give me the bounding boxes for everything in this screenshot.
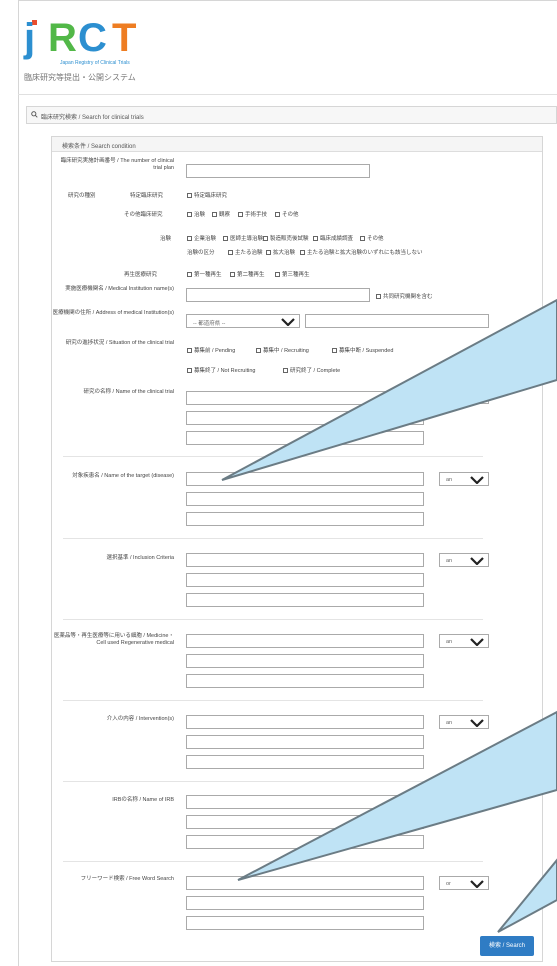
section-divider [63, 861, 483, 862]
medicine-input-2[interactable] [186, 654, 424, 668]
search-panel-title: 臨床研究検索 / Search for clinical trials [41, 115, 144, 121]
irb-input-2[interactable] [186, 815, 424, 829]
other-research-label: その他臨床研究 [124, 212, 163, 218]
section-divider [63, 781, 483, 782]
jrct-logo: j R C T Japan Registry of Clinical Trial… [24, 14, 154, 66]
chevron-down-icon [470, 638, 484, 646]
specific-label: 特定臨床研究 [130, 193, 164, 199]
inclusion-label: 選択基準 / Inclusion Criteria [106, 555, 174, 561]
trial-class-checkbox-3[interactable]: 主たる治験と拡大治験のいずれにも該当しない [300, 248, 423, 256]
prefecture-select[interactable]: -- 都道府県 -- [186, 314, 300, 328]
inclusion-input-1[interactable] [186, 553, 424, 567]
trial-checkbox-4[interactable]: 臨床成績調査 [313, 234, 353, 242]
specific-checkbox[interactable]: 特定臨床研究 [187, 191, 227, 199]
search-icon [31, 111, 38, 118]
freeword-input-2[interactable] [186, 896, 424, 910]
trial-name-label: 研究の名称 / Name of the clinical trial [83, 389, 174, 395]
system-name: 臨床研究等提出・公開システム [24, 73, 136, 82]
status-recruiting-checkbox[interactable]: 募集中 / Recruiting [256, 346, 309, 354]
address-input[interactable] [305, 314, 489, 328]
intervention-label: 介入の内容 / Intervention(s) [106, 716, 174, 722]
freeword-label: フリーワード検索 / Free Word Search [80, 876, 174, 882]
freeword-operator-select[interactable]: or [439, 876, 489, 890]
plan-number-input[interactable] [186, 164, 370, 178]
status-suspended-checkbox[interactable]: 募集中断 / Suspended [332, 346, 393, 354]
trial-checkbox-2[interactable]: 医師主導治験 [223, 234, 263, 242]
status-complete-checkbox[interactable]: 研究終了 / Complete [283, 366, 340, 374]
trial-class-label: 治験の区分 [187, 250, 215, 256]
trial-class-checkbox-2[interactable]: 拡大治験 [266, 248, 295, 256]
intervention-input-1[interactable] [186, 715, 424, 729]
regen-label: 再生医療研究 [124, 272, 158, 278]
irb-input-1[interactable] [186, 795, 424, 809]
section-divider [63, 700, 483, 701]
medicine-label: 医薬品等・再生医療等に用いる細胞 / Medicine・Cell used Re… [53, 633, 174, 646]
search-condition-title: 検索条件 / Search condition [62, 144, 136, 150]
trial-checkbox-1[interactable]: 企業治験 [187, 234, 216, 242]
other-research-checkbox-2[interactable]: 観察 [212, 210, 230, 218]
disease-input-3[interactable] [186, 512, 424, 526]
disease-operator-select[interactable]: an [439, 472, 489, 486]
chevron-down-icon [470, 557, 484, 565]
disease-input-2[interactable] [186, 492, 424, 506]
medicine-input-1[interactable] [186, 634, 424, 648]
logo-letter-j: j [24, 16, 36, 60]
regen-checkbox-2[interactable]: 第二種再生 [230, 270, 265, 278]
include-collab-checkbox[interactable]: 共同研究機関を含む [376, 292, 433, 300]
trial-name-input-1[interactable] [186, 391, 424, 405]
trial-name-operator-select[interactable]: an [439, 390, 489, 404]
plan-number-label: 臨床研究実施計画番号 / The number of clinical tria… [60, 158, 174, 171]
logo-subtitle: Japan Registry of Clinical Trials [60, 60, 130, 66]
inclusion-operator-select[interactable]: an [439, 553, 489, 567]
intervention-input-2[interactable] [186, 735, 424, 749]
disease-label: 対象疾患名 / Name of the target (disease) [72, 473, 174, 479]
chevron-down-icon [470, 799, 484, 807]
chevron-down-icon [470, 719, 484, 727]
address-label: 医療機関の住所 / Address of medical Institution… [52, 310, 174, 316]
trial-checkbox-3[interactable]: 製造販売後試験 [263, 234, 309, 242]
regen-checkbox-3[interactable]: 第三種再生 [275, 270, 310, 278]
section-divider [63, 538, 483, 539]
section-divider [63, 456, 483, 457]
research-type-label: 研究の種別 [68, 193, 96, 199]
search-panel-header[interactable]: 臨床研究検索 / Search for clinical trials [26, 106, 557, 124]
trial-checkbox-5[interactable]: その他 [360, 234, 384, 242]
chevron-down-icon [470, 476, 484, 484]
other-research-checkbox-1[interactable]: 治験 [187, 210, 205, 218]
inclusion-input-3[interactable] [186, 593, 424, 607]
chevron-down-icon [470, 394, 484, 402]
trial-name-input-2[interactable] [186, 411, 424, 425]
trial-name-input-3[interactable] [186, 431, 424, 445]
logo-letter-c: C [78, 16, 107, 60]
status-label: 研究の進捗状況 / Situation of the clinical tria… [65, 340, 174, 346]
inclusion-input-2[interactable] [186, 573, 424, 587]
regen-checkbox-1[interactable]: 第一種再生 [187, 270, 222, 278]
freeword-input-3[interactable] [186, 916, 424, 930]
status-pending-checkbox[interactable]: 募集前 / Pending [187, 346, 235, 354]
chevron-down-icon [281, 318, 295, 326]
status-not-recruiting-checkbox[interactable]: 募集終了 / Not Recruiting [187, 366, 255, 374]
other-research-checkbox-4[interactable]: その他 [275, 210, 299, 218]
intervention-operator-select[interactable]: an [439, 715, 489, 729]
other-research-checkbox-3[interactable]: 手術手技 [238, 210, 267, 218]
disease-input-1[interactable] [186, 472, 424, 486]
header-divider [18, 94, 557, 95]
irb-operator-select[interactable]: an [439, 795, 489, 809]
logo-letter-r: R [48, 16, 77, 60]
section-divider [63, 619, 483, 620]
search-condition-header: 検索条件 / Search condition [52, 137, 542, 152]
medicine-operator-select[interactable]: an [439, 634, 489, 648]
search-button[interactable]: 検索 / Search [480, 936, 534, 956]
freeword-input-1[interactable] [186, 876, 424, 890]
irb-label: IRBの名称 / Name of IRB [112, 797, 174, 803]
institution-input[interactable] [186, 288, 370, 302]
trial-class-checkbox-1[interactable]: 主たる治験 [228, 248, 263, 256]
trial-label: 治験 [160, 236, 172, 242]
logo-letter-t: T [112, 16, 137, 60]
medicine-input-3[interactable] [186, 674, 424, 688]
intervention-input-3[interactable] [186, 755, 424, 769]
institution-label: 実施医療機関名 / Medical Institution name(s) [65, 286, 174, 292]
irb-input-3[interactable] [186, 835, 424, 849]
chevron-down-icon [470, 880, 484, 888]
